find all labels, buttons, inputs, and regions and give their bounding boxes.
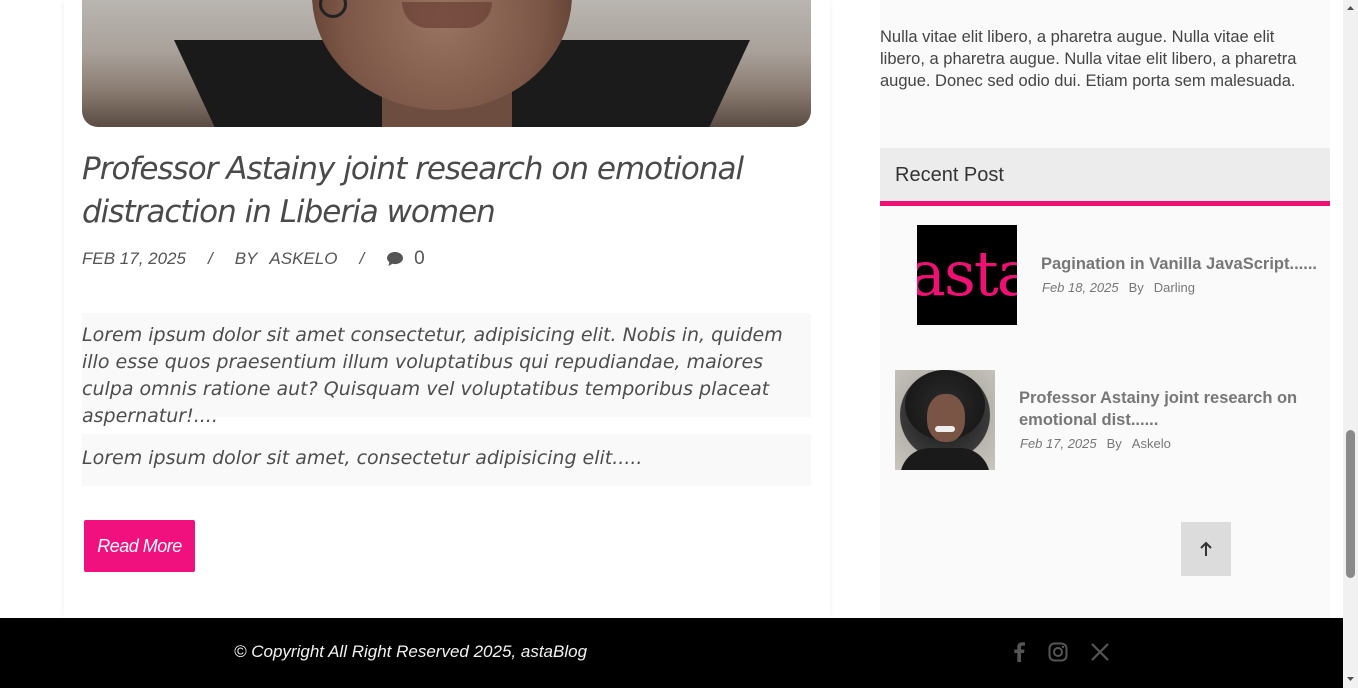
copyright-text: © Copyright All Right Reserved 2025, ast… <box>234 642 588 661</box>
footer: © Copyright All Right Reserved 2025, ast… <box>0 618 1343 688</box>
comment-icon[interactable] <box>386 251 404 267</box>
recent-post-date: Feb 17, 2025 <box>1020 436 1097 451</box>
by-label: By <box>1128 280 1144 295</box>
recent-post-author[interactable]: Askelo <box>1132 436 1171 451</box>
recent-post-thumbnail[interactable] <box>895 370 995 470</box>
comment-count: 0 <box>414 248 425 269</box>
scrollbar-thumb[interactable] <box>1346 430 1355 578</box>
x-icon[interactable] <box>1088 640 1112 664</box>
meta-separator: / <box>207 249 213 268</box>
by-label: By <box>1106 436 1122 451</box>
post-author[interactable]: ASKELO <box>269 249 337 269</box>
recent-post-author[interactable]: Darling <box>1154 280 1195 295</box>
post-hero-image[interactable] <box>82 0 811 127</box>
recent-post-title[interactable]: Professor Astainy joint research on emot… <box>1019 387 1309 431</box>
post-excerpt-secondary: Lorem ipsum dolor sit amet, consectetur … <box>82 434 811 486</box>
thumbnail-logo-text: asta <box>917 237 1017 310</box>
scroll-to-top-button[interactable] <box>1181 522 1231 576</box>
facebook-icon[interactable] <box>1007 640 1031 664</box>
scrollbar[interactable] <box>1343 0 1358 688</box>
post-title[interactable]: Professor Astainy joint research on emot… <box>82 148 811 234</box>
post-date: FEB 17, 2025 <box>82 249 186 268</box>
recent-post-meta: Feb 18, 2025 By Darling <box>1042 280 1195 295</box>
post-meta: FEB 17, 2025 / BY ASKELO / 0 <box>82 248 425 270</box>
read-more-button[interactable]: Read More <box>84 520 195 572</box>
arrow-up-icon <box>1200 541 1212 556</box>
by-label: BY <box>234 249 258 268</box>
recent-post-date: Feb 18, 2025 <box>1042 280 1119 295</box>
scroll-up-arrow-icon[interactable] <box>1346 3 1355 12</box>
scroll-down-arrow-icon[interactable] <box>1346 675 1355 684</box>
recent-post-title[interactable]: Pagination in Vanilla JavaScript...... <box>1041 253 1321 275</box>
recent-post-heading-label: Recent Post <box>895 164 1004 186</box>
sidebar-about-text: Nulla vitae elit libero, a pharetra augu… <box>880 28 1297 90</box>
recent-post-meta: Feb 17, 2025 By Askelo <box>1020 436 1171 451</box>
recent-post-thumbnail[interactable]: asta <box>917 225 1017 325</box>
post-excerpt: Lorem ipsum dolor sit amet consectetur, … <box>82 313 811 427</box>
instagram-icon[interactable] <box>1046 640 1070 664</box>
meta-separator: / <box>359 249 365 268</box>
recent-post-heading: Recent Post <box>880 148 1330 206</box>
